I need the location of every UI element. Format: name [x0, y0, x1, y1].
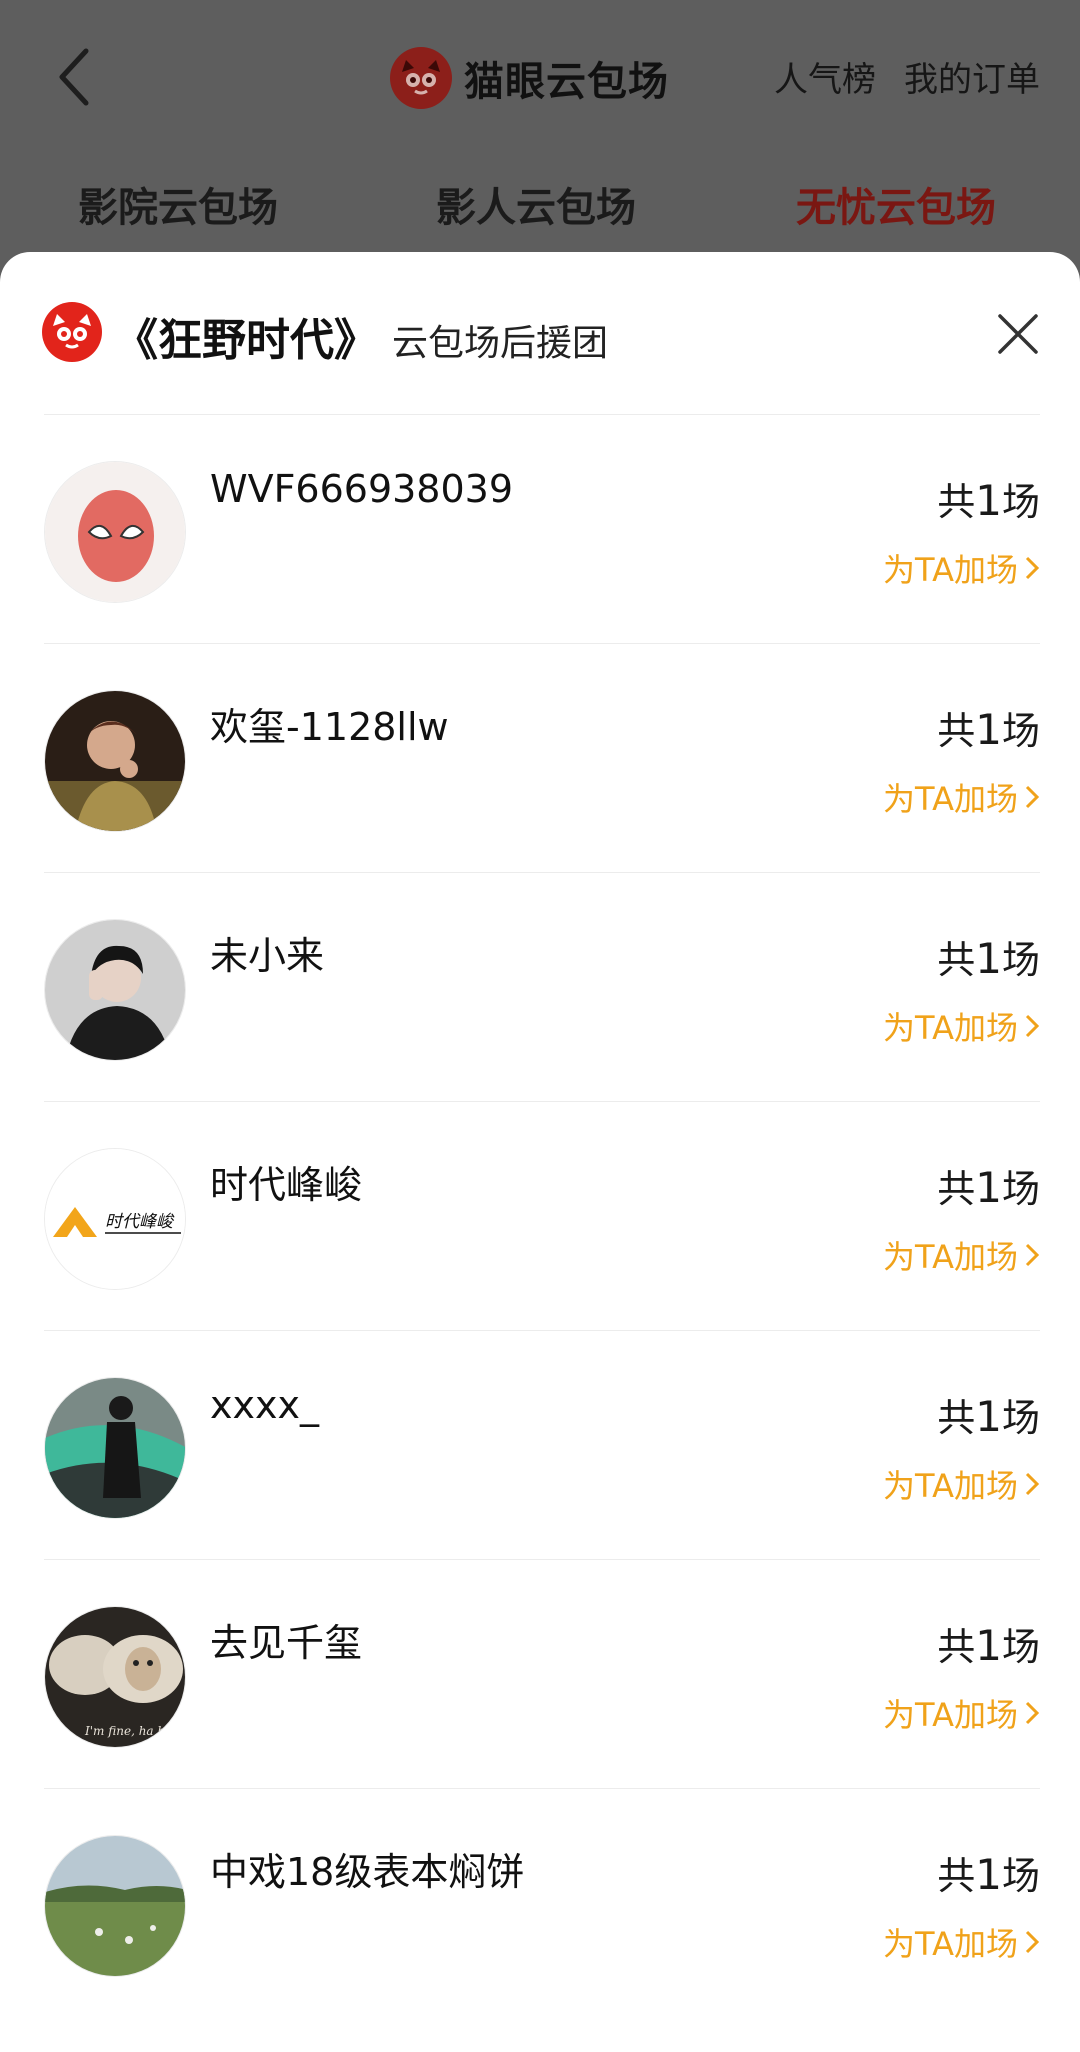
supporter-row[interactable]: WVF666938039 共1场 为TA加场: [44, 414, 1040, 643]
sheet-title: 《狂野时代》 云包场后援团: [114, 304, 608, 368]
maoyan-cat-logo-icon: [42, 302, 102, 362]
session-count: 共1场: [937, 476, 1040, 525]
close-button[interactable]: [990, 306, 1046, 362]
brand: 猫眼云包场: [390, 46, 669, 110]
maoyan-cat-logo-icon: [390, 47, 452, 109]
sheet-header: 《狂野时代》 云包场后援团: [0, 252, 1080, 412]
add-session-link[interactable]: 为TA加场: [883, 1003, 1040, 1049]
add-session-link[interactable]: 为TA加场: [883, 1461, 1040, 1507]
avatar-photo: [44, 919, 186, 1061]
supporter-name: 中戏18级表本焖饼: [210, 1850, 525, 1894]
add-session-link[interactable]: 为TA加场: [883, 1919, 1040, 1965]
movie-title: 《狂野时代》: [114, 315, 378, 366]
avatar-tf-entertainment-logo: 时代峰峻: [44, 1148, 186, 1290]
session-count: 共1场: [937, 1621, 1040, 1670]
avatar-spiderman: [44, 461, 186, 603]
session-count: 共1场: [937, 705, 1040, 754]
supporter-list: WVF666938039 共1场 为TA加场 欢玺-1128llw 共1场 为T…: [44, 414, 1040, 2017]
supporter-name: 未小来: [210, 934, 325, 978]
chevron-right-icon: [1024, 1471, 1040, 1497]
supporter-row[interactable]: 中戏18级表本焖饼 共1场 为TA加场: [44, 1788, 1040, 2017]
chevron-right-icon: [1024, 555, 1040, 581]
session-count: 共1场: [937, 1163, 1040, 1212]
chevron-right-icon: [1024, 784, 1040, 810]
add-session-link[interactable]: 为TA加场: [883, 1232, 1040, 1278]
supporter-name: 欢玺-1128llw: [210, 705, 449, 749]
chevron-right-icon: [1024, 1242, 1040, 1268]
chevron-right-icon: [1024, 1700, 1040, 1726]
add-session-link[interactable]: 为TA加场: [883, 1690, 1040, 1736]
session-count: 共1场: [937, 1392, 1040, 1441]
title-suffix: 云包场后援团: [392, 323, 609, 364]
supporter-name: 时代峰峻: [210, 1163, 363, 1207]
chevron-right-icon: [1024, 1929, 1040, 1955]
avatar-photo: [44, 690, 186, 832]
close-icon: [998, 314, 1038, 354]
tab-star-cloud-booking[interactable]: 影人云包场: [436, 175, 636, 233]
avatar-plush-sheep: I'm fine, ha ha: [44, 1606, 186, 1748]
supporter-name: 去见千玺: [210, 1621, 363, 1665]
supporters-sheet: 《狂野时代》 云包场后援团 WVF666938039 共1场 为TA加场 欢玺-…: [0, 252, 1080, 2052]
back-button[interactable]: [44, 42, 104, 112]
supporter-name: xxxx_: [210, 1383, 319, 1427]
tab-worry-free-cloud-booking[interactable]: 无忧云包场: [796, 175, 996, 233]
add-session-link[interactable]: 为TA加场: [883, 545, 1040, 591]
supporter-row[interactable]: I'm fine, ha ha 去见千玺 共1场 为TA加场: [44, 1559, 1040, 1788]
tab-cinema-cloud-booking[interactable]: 影院云包场: [78, 175, 278, 233]
top-links: 人气榜 我的订单: [774, 52, 1040, 101]
brand-name: 猫眼云包场: [464, 59, 669, 105]
svg-text:I'm fine, ha ha: I'm fine, ha ha: [84, 1724, 172, 1738]
category-tabs: 影院云包场 影人云包场 无忧云包场: [0, 175, 1080, 245]
supporter-row[interactable]: 欢玺-1128llw 共1场 为TA加场: [44, 643, 1040, 872]
top-nav-bar: 猫眼云包场 人气榜 我的订单: [0, 0, 1080, 150]
supporter-row[interactable]: 时代峰峻 时代峰峻 共1场 为TA加场: [44, 1101, 1040, 1330]
supporter-row[interactable]: xxxx_ 共1场 为TA加场: [44, 1330, 1040, 1559]
supporter-row[interactable]: 未小来 共1场 为TA加场: [44, 872, 1040, 1101]
session-count: 共1场: [937, 1850, 1040, 1899]
avatar-landscape: [44, 1835, 186, 1977]
svg-text:时代峰峻: 时代峰峻: [105, 1212, 175, 1232]
chevron-right-icon: [1024, 1013, 1040, 1039]
popularity-ranking-link[interactable]: 人气榜: [774, 52, 876, 101]
supporter-name: WVF666938039: [210, 467, 514, 511]
session-count: 共1场: [937, 934, 1040, 983]
my-orders-link[interactable]: 我的订单: [904, 52, 1040, 101]
chevron-left-icon: [59, 48, 89, 106]
add-session-link[interactable]: 为TA加场: [883, 774, 1040, 820]
avatar-photo: [44, 1377, 186, 1519]
